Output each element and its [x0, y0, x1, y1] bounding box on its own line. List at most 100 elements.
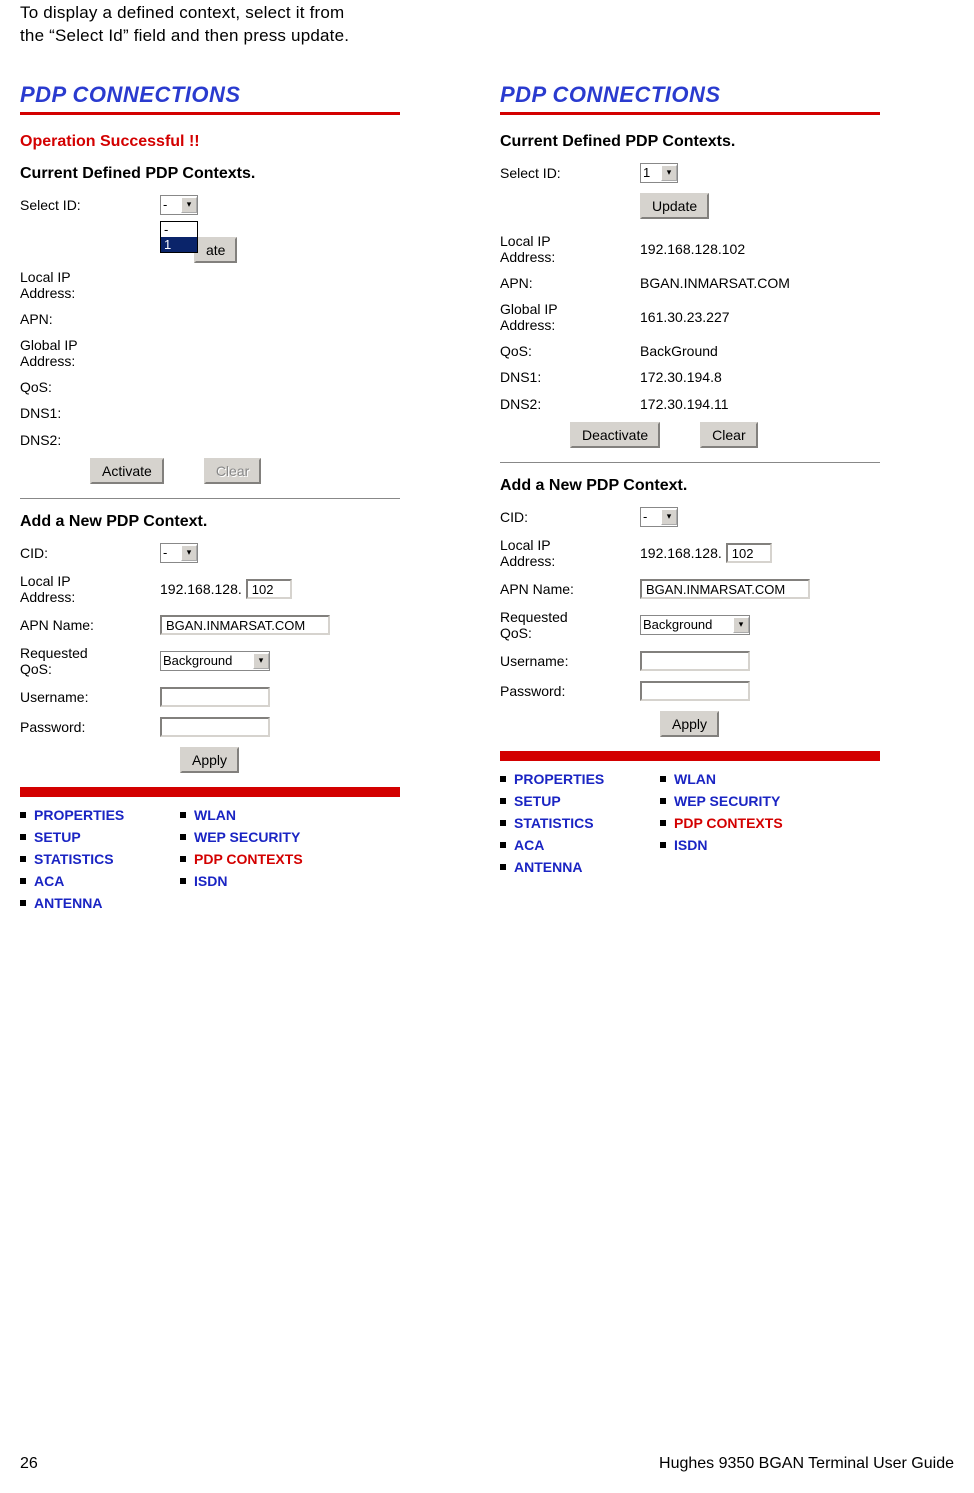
section-add: Add a New PDP Context.	[20, 513, 400, 531]
apply-button[interactable]: Apply	[180, 747, 239, 773]
clear-button[interactable]: Clear	[204, 458, 261, 484]
nav-aca[interactable]: ACA	[34, 873, 64, 889]
section-add: Add a New PDP Context.	[500, 477, 880, 495]
req-qos-dropdown[interactable]: Background ▾	[160, 651, 270, 671]
bullet-icon	[180, 812, 186, 818]
qos-label: QoS:	[500, 343, 640, 359]
nav-properties[interactable]: PROPERTIES	[34, 807, 124, 823]
apn-name-label: APN Name:	[20, 617, 160, 633]
nav-wep[interactable]: WEP SECURITY	[674, 793, 780, 809]
ip-prefix: 192.168.128.	[640, 545, 722, 561]
apn-name-input[interactable]: BGAN.INMARSAT.COM	[640, 579, 810, 599]
select-id-dropdown[interactable]: 1 ▾	[640, 163, 678, 183]
bullet-icon	[180, 878, 186, 884]
chevron-down-icon: ▾	[661, 165, 677, 181]
apn-label: APN:	[500, 275, 640, 291]
nav-setup[interactable]: SETUP	[34, 829, 81, 845]
nav-statistics[interactable]: STATISTICS	[514, 815, 594, 831]
local-ip-label: Local IP Address:	[500, 233, 640, 265]
nav-wlan[interactable]: WLAN	[674, 771, 716, 787]
bullet-icon	[660, 776, 666, 782]
password-input[interactable]	[640, 681, 750, 701]
apn-name-input[interactable]: BGAN.INMARSAT.COM	[160, 615, 330, 635]
req-qos-label: Requested QoS:	[20, 645, 160, 677]
nav-isdn[interactable]: ISDN	[194, 873, 227, 889]
activate-button[interactable]: Activate	[90, 458, 164, 484]
page-footer: 26 Hughes 9350 BGAN Terminal User Guide	[20, 1455, 954, 1473]
cid-label: CID:	[500, 509, 640, 525]
chevron-down-icon: ▾	[253, 653, 269, 669]
deactivate-button[interactable]: Deactivate	[570, 422, 660, 448]
qos-value: BackGround	[640, 343, 718, 359]
intro-line1: To display a defined context, select it …	[20, 3, 344, 22]
bullet-icon	[500, 864, 506, 870]
add-localip-label: Local IP Address:	[500, 537, 640, 569]
password-input[interactable]	[160, 717, 270, 737]
red-underline	[500, 112, 880, 115]
red-underline	[20, 112, 400, 115]
nav-isdn[interactable]: ISDN	[674, 837, 707, 853]
dns2-label: DNS2:	[500, 396, 640, 412]
username-label: Username:	[500, 653, 640, 669]
dns2-value: 172.30.194.11	[640, 396, 729, 412]
apn-value: BGAN.INMARSAT.COM	[640, 275, 790, 291]
red-bar	[20, 787, 400, 797]
nav-pdp-contexts[interactable]: PDP CONTEXTS	[674, 815, 783, 831]
bullet-icon	[660, 820, 666, 826]
bullet-icon	[500, 776, 506, 782]
password-label: Password:	[20, 719, 160, 735]
chevron-down-icon: ▾	[181, 197, 197, 213]
intro-text: To display a defined context, select it …	[20, 0, 954, 78]
local-ip-value: 192.168.128.102	[640, 241, 745, 257]
intro-line2: the “Select Id” field and then press upd…	[20, 26, 349, 45]
username-input[interactable]	[160, 687, 270, 707]
username-label: Username:	[20, 689, 160, 705]
dropdown-option-blank[interactable]: -	[161, 222, 197, 237]
dropdown-option-1[interactable]: 1	[161, 237, 197, 252]
nav-setup[interactable]: SETUP	[514, 793, 561, 809]
cid-dropdown[interactable]: - ▾	[160, 543, 198, 563]
update-button-partial[interactable]: ate	[194, 237, 237, 263]
global-ip-label: Global IP Address:	[20, 337, 160, 369]
add-localip-label: Local IP Address:	[20, 573, 160, 605]
nav-antenna[interactable]: ANTENNA	[34, 895, 102, 911]
success-message: Operation Successful !!	[20, 133, 400, 151]
red-bar	[500, 751, 880, 761]
apply-button[interactable]: Apply	[660, 711, 719, 737]
bullet-icon	[500, 820, 506, 826]
nav-aca[interactable]: ACA	[514, 837, 544, 853]
nav-wlan[interactable]: WLAN	[194, 807, 236, 823]
nav-antenna[interactable]: ANTENNA	[514, 859, 582, 875]
chevron-down-icon: ▾	[181, 545, 197, 561]
dns2-label: DNS2:	[20, 432, 160, 448]
chevron-down-icon: ▾	[661, 509, 677, 525]
dropdown-options[interactable]: - 1	[160, 221, 198, 253]
apn-label: APN:	[20, 311, 160, 327]
dns1-value: 172.30.194.8	[640, 369, 722, 385]
nav-pdp-contexts[interactable]: PDP CONTEXTS	[194, 851, 303, 867]
bullet-icon	[660, 842, 666, 848]
select-id-dropdown[interactable]: - ▾	[160, 195, 198, 215]
ip-last-octet-input[interactable]: 102	[246, 579, 292, 599]
clear-button[interactable]: Clear	[700, 422, 757, 448]
cid-dropdown[interactable]: - ▾	[640, 507, 678, 527]
global-ip-label: Global IP Address:	[500, 301, 640, 333]
username-input[interactable]	[640, 651, 750, 671]
page-number: 26	[20, 1455, 38, 1473]
local-ip-label: Local IP Address:	[20, 269, 160, 301]
bullet-icon	[180, 834, 186, 840]
nav-links: PROPERTIES SETUP STATISTICS ACA ANTENNA …	[500, 771, 880, 881]
divider	[500, 462, 880, 463]
divider	[20, 498, 400, 499]
ip-last-octet-input[interactable]: 102	[726, 543, 772, 563]
update-button[interactable]: Update	[640, 193, 709, 219]
nav-wep[interactable]: WEP SECURITY	[194, 829, 300, 845]
panel-title: PDP CONNECTIONS	[500, 82, 880, 108]
req-qos-dropdown[interactable]: Background ▾	[640, 615, 750, 635]
ip-prefix: 192.168.128.	[160, 581, 242, 597]
bullet-icon	[20, 834, 26, 840]
bullet-icon	[20, 878, 26, 884]
nav-statistics[interactable]: STATISTICS	[34, 851, 114, 867]
nav-properties[interactable]: PROPERTIES	[514, 771, 604, 787]
select-id-label: Select ID:	[500, 165, 640, 181]
